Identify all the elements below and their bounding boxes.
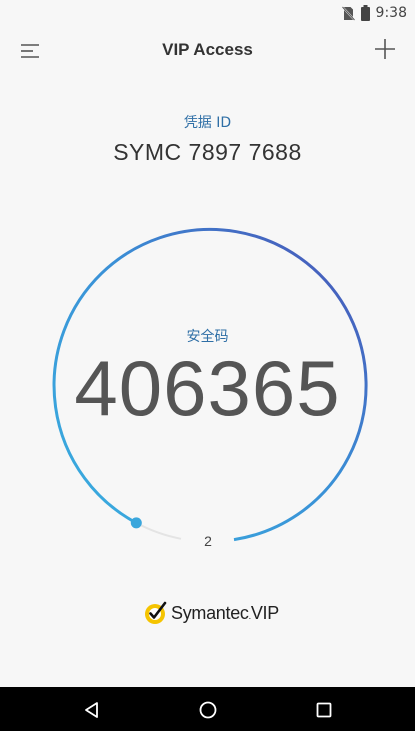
recents-button[interactable] xyxy=(311,697,337,723)
plus-icon xyxy=(375,39,395,59)
home-button[interactable] xyxy=(195,697,221,723)
back-icon xyxy=(85,702,98,718)
status-time: 9:38 xyxy=(375,5,407,21)
symantec-vip-logo: Symantec.VIP xyxy=(144,598,279,628)
brand-name: Symantec.VIP xyxy=(171,602,279,623)
credential-id-label: 凭据 ID xyxy=(183,115,232,131)
no-sim-icon xyxy=(341,5,355,21)
check-seal-icon xyxy=(145,601,167,624)
credential-id-value: SYMC 7897 7688 xyxy=(113,139,302,165)
home-icon xyxy=(199,701,217,719)
status-icons: 9:38 xyxy=(341,4,407,22)
security-code[interactable]: 406365 xyxy=(0,343,415,434)
recents-icon xyxy=(316,702,332,718)
page-title: VIP Access xyxy=(162,40,253,59)
add-credential-button[interactable] xyxy=(372,36,398,62)
back-button[interactable] xyxy=(79,697,105,723)
ring-track xyxy=(135,522,182,540)
countdown-seconds: 2 xyxy=(204,533,212,549)
status-bar: 9:38 xyxy=(0,0,415,26)
navigation-bar xyxy=(0,687,415,731)
battery-icon xyxy=(360,5,370,21)
ring-knob xyxy=(130,517,142,529)
app-bar: VIP Access xyxy=(0,26,415,74)
